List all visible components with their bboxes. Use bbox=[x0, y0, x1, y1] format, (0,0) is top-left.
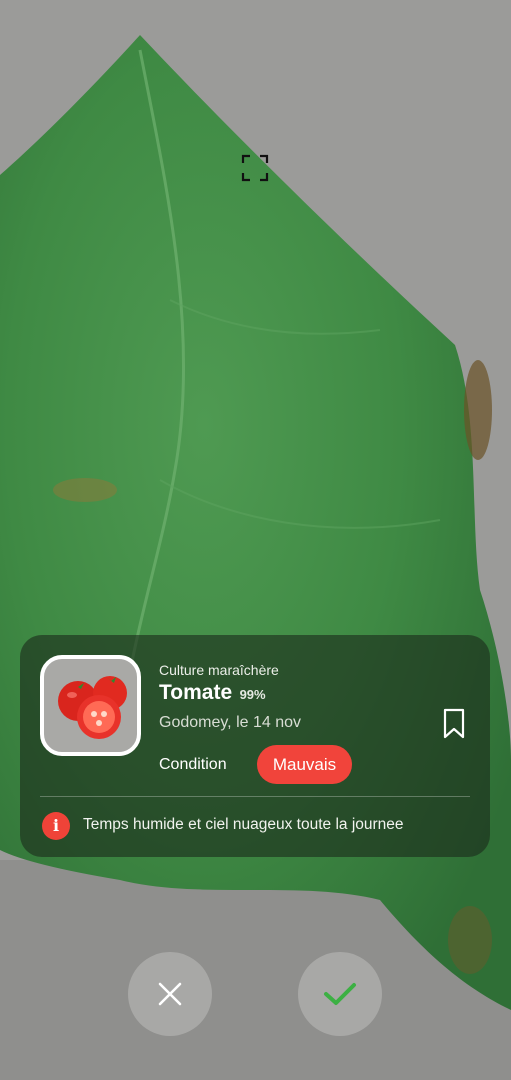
focus-frame-icon[interactable] bbox=[241, 154, 269, 182]
crop-name: Tomate bbox=[159, 681, 233, 704]
weather-note: Temps humide et ciel nuageux toute la jo… bbox=[83, 816, 404, 833]
confirm-button[interactable] bbox=[298, 952, 382, 1036]
check-icon bbox=[324, 983, 356, 1005]
bookmark-icon[interactable] bbox=[441, 708, 467, 740]
diagnosis-card: Culture maraîchère Tomate 99% Godomey, l… bbox=[20, 635, 490, 857]
crop-category: Culture maraîchère bbox=[159, 662, 279, 678]
close-icon bbox=[158, 982, 182, 1006]
confidence-score: 99% bbox=[239, 687, 266, 702]
location-date: Godomey, le 14 nov bbox=[159, 714, 302, 731]
crop-thumbnail bbox=[40, 655, 141, 756]
close-button[interactable] bbox=[128, 952, 212, 1036]
tomato-icon bbox=[58, 676, 127, 739]
crop-title-row: Tomate 99% bbox=[159, 681, 266, 705]
divider bbox=[40, 796, 470, 797]
condition-status-badge: Mauvais bbox=[257, 745, 352, 784]
condition-label: Condition bbox=[159, 756, 227, 773]
info-icon: i bbox=[42, 812, 70, 840]
